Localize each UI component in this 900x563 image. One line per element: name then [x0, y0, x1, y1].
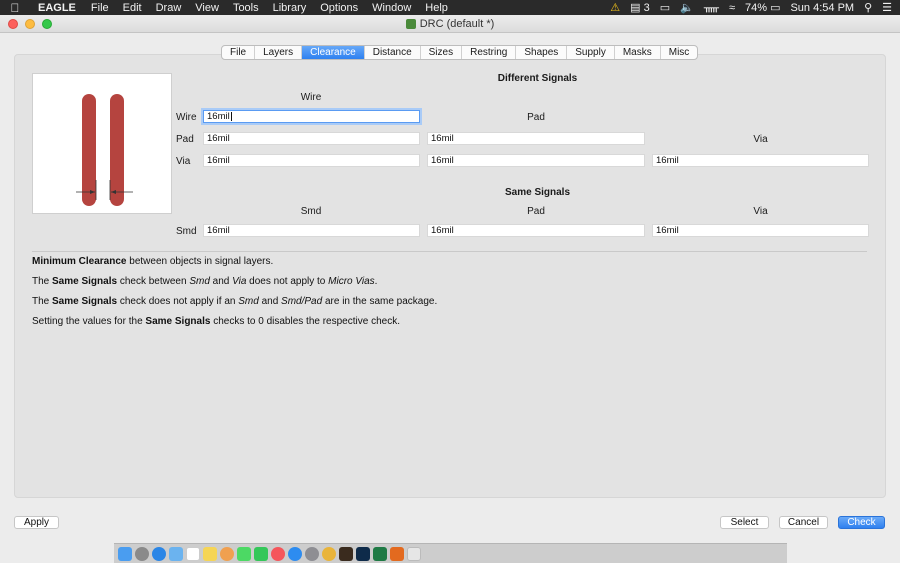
- excel-icon[interactable]: [373, 546, 387, 561]
- col-header-pad: Pad: [527, 112, 545, 123]
- battery-status[interactable]: 74% ▭: [745, 1, 780, 14]
- drc-document-icon: [405, 18, 416, 29]
- mail-icon[interactable]: [169, 546, 183, 561]
- menu-library[interactable]: Library: [266, 2, 314, 14]
- volume-icon[interactable]: 🔈: [680, 1, 694, 14]
- row-label-pad: Pad: [176, 134, 194, 145]
- smd-via-clearance-input[interactable]: 16mil: [652, 224, 869, 237]
- smd-smd-clearance-input[interactable]: 16mil: [203, 224, 420, 237]
- warning-icon[interactable]: ⚠: [610, 1, 620, 14]
- bluetooth-icon[interactable]: ᚅ: [704, 1, 719, 14]
- illustrator-icon[interactable]: [339, 546, 353, 561]
- apple-menu-icon[interactable]: : [0, 1, 30, 15]
- menu-options[interactable]: Options: [313, 2, 365, 14]
- safari-icon[interactable]: [152, 546, 166, 561]
- dialog-content: Different Signals Wire Wire 16mil Pad Pa…: [0, 33, 900, 543]
- photoshop-icon[interactable]: [356, 546, 370, 561]
- help-line-1: Minimum Clearance between objects in sig…: [32, 256, 274, 267]
- clearance-illustration: [32, 73, 172, 214]
- eagle-icon[interactable]: [390, 546, 404, 561]
- col-header-via: Via: [753, 134, 768, 145]
- notification-count: 3: [643, 2, 650, 14]
- wire-wire-clearance-input[interactable]: 16mil: [203, 110, 420, 123]
- via-wire-clearance-input[interactable]: 16mil: [203, 154, 420, 167]
- menu-window[interactable]: Window: [365, 2, 418, 14]
- via-pad-clearance-input[interactable]: 16mil: [427, 154, 645, 167]
- app-menu[interactable]: EAGLE: [30, 2, 84, 14]
- window-title: DRC (default *): [419, 17, 495, 30]
- dock: [114, 543, 787, 563]
- airplay-icon[interactable]: ▭: [660, 1, 670, 14]
- battery-percent: 74%: [744, 2, 768, 14]
- messages-icon[interactable]: [237, 546, 251, 561]
- smd-pad-clearance-input[interactable]: 16mil: [427, 224, 645, 237]
- settings-icon[interactable]: [305, 546, 319, 561]
- tab-layers[interactable]: Layers: [255, 46, 303, 59]
- menu-help[interactable]: Help: [418, 2, 455, 14]
- music-icon[interactable]: [271, 546, 285, 561]
- spotlight-icon[interactable]: ⚲: [864, 1, 872, 14]
- zoom-window-button[interactable]: [42, 19, 52, 29]
- photos-icon[interactable]: [220, 546, 234, 561]
- cancel-button[interactable]: Cancel: [779, 516, 828, 529]
- different-signals-heading: Different Signals: [497, 73, 578, 84]
- tab-shapes[interactable]: Shapes: [516, 46, 568, 59]
- help-line-2: The Same Signals check between Smd and V…: [32, 276, 378, 287]
- row-label-smd: Smd: [176, 226, 197, 237]
- wifi-icon[interactable]: ≈: [729, 2, 735, 14]
- tab-supply[interactable]: Supply: [567, 46, 615, 59]
- facetime-icon[interactable]: [254, 546, 268, 561]
- col-header-smd: Smd: [300, 206, 322, 217]
- clearance-panel: Different Signals Wire Wire 16mil Pad Pa…: [14, 54, 886, 498]
- col-header-wire: Wire: [300, 92, 322, 103]
- apply-button[interactable]: Apply: [14, 516, 59, 529]
- trace-clearance-diagram: [76, 94, 133, 206]
- appstore-icon[interactable]: [288, 546, 302, 561]
- row-label-via: Via: [176, 156, 191, 167]
- tab-file[interactable]: File: [222, 46, 256, 59]
- col-header-same-via: Via: [753, 206, 768, 217]
- trace-left: [82, 94, 96, 206]
- notes-icon[interactable]: [203, 546, 217, 561]
- select-button[interactable]: Select: [720, 516, 769, 529]
- minimize-window-button[interactable]: [25, 19, 35, 29]
- menu-view[interactable]: View: [188, 2, 226, 14]
- tab-distance[interactable]: Distance: [365, 46, 421, 59]
- drc-tab-bar: File Layers Clearance Distance Sizes Res…: [221, 45, 699, 60]
- col-header-same-pad: Pad: [527, 206, 545, 217]
- status-area: ⚠ ▤ 3 ▭ 🔈 ᚅ ≈ 74% ▭ Sun 4:54 PM ⚲ ☰: [610, 0, 892, 15]
- menu-edit[interactable]: Edit: [116, 2, 149, 14]
- menu-bar:  EAGLE File Edit Draw View Tools Librar…: [0, 0, 900, 15]
- calendar-icon[interactable]: [186, 546, 200, 561]
- check-button[interactable]: Check: [838, 516, 885, 529]
- trash-icon[interactable]: [407, 546, 421, 561]
- launchpad-icon[interactable]: [135, 546, 149, 561]
- window-controls: [8, 19, 52, 29]
- trace-right: [110, 94, 124, 206]
- via-via-clearance-input[interactable]: 16mil: [652, 154, 869, 167]
- finder-icon[interactable]: [118, 546, 132, 561]
- tab-clearance[interactable]: Clearance: [302, 46, 365, 59]
- pad-wire-clearance-input[interactable]: 16mil: [203, 132, 420, 145]
- notification-icon[interactable]: ▤ 3: [630, 1, 650, 14]
- section-divider: [32, 251, 867, 252]
- help-line-4: Setting the values for the Same Signals …: [32, 316, 400, 327]
- window-titlebar: DRC (default *): [0, 15, 900, 33]
- row-label-wire: Wire: [176, 112, 197, 123]
- menu-list-icon[interactable]: ☰: [882, 1, 892, 14]
- pad-pad-clearance-input[interactable]: 16mil: [427, 132, 645, 145]
- tab-restring[interactable]: Restring: [462, 46, 517, 59]
- menu-file[interactable]: File: [84, 2, 116, 14]
- chrome-icon[interactable]: [322, 546, 336, 561]
- tab-misc[interactable]: Misc: [661, 46, 698, 59]
- clock[interactable]: Sun 4:54 PM: [790, 2, 854, 14]
- menu-tools[interactable]: Tools: [226, 2, 266, 14]
- same-signals-heading: Same Signals: [504, 187, 571, 198]
- menu-draw[interactable]: Draw: [149, 2, 189, 14]
- help-line-3: The Same Signals check does not apply if…: [32, 296, 438, 307]
- close-window-button[interactable]: [8, 19, 18, 29]
- tab-masks[interactable]: Masks: [615, 46, 661, 59]
- tab-sizes[interactable]: Sizes: [421, 46, 463, 59]
